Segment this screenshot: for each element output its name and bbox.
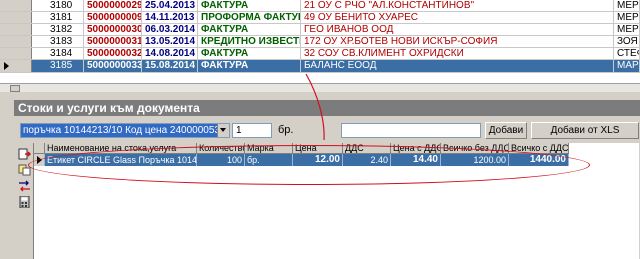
annotation-line bbox=[305, 73, 325, 141]
